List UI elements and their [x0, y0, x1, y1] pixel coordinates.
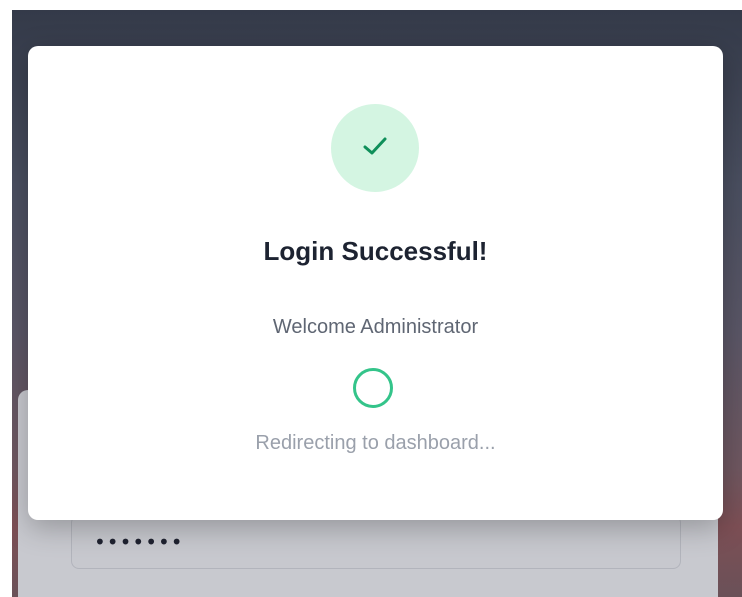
modal-title: Login Successful! — [263, 236, 488, 266]
password-masked-value: ••••••• — [94, 530, 184, 554]
checkmark-icon — [361, 135, 389, 162]
password-field[interactable]: ••••••• — [71, 515, 681, 569]
redirect-status: Redirecting to dashboard... — [255, 432, 496, 454]
success-badge — [331, 104, 419, 192]
welcome-message: Welcome Administrator — [272, 316, 479, 338]
login-success-modal: Login Successful! Welcome Administrator … — [28, 46, 723, 520]
app-viewport: ••••••• Login Successful! Welcome Admini… — [12, 10, 742, 597]
loading-spinner-icon — [353, 368, 393, 408]
